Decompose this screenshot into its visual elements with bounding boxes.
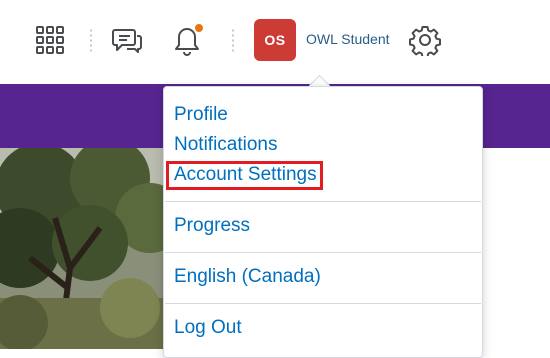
avatar-initials: OS <box>264 32 286 48</box>
avatar[interactable]: OS <box>254 19 296 61</box>
notification-badge <box>194 23 204 33</box>
menu-item-account-settings[interactable]: Account Settings <box>174 164 317 186</box>
menu-item-profile[interactable]: Profile <box>174 104 228 126</box>
menu-item-progress[interactable]: Progress <box>174 215 250 237</box>
menu-item-notifications[interactable]: Notifications <box>174 134 278 156</box>
username-label[interactable]: OWL Student <box>306 31 390 47</box>
menu-item-log-out[interactable]: Log Out <box>174 317 242 339</box>
menu-divider <box>165 201 481 202</box>
separator <box>232 28 234 52</box>
banner-image <box>0 148 164 349</box>
separator <box>90 28 92 52</box>
menu-divider <box>165 303 481 304</box>
menu-divider <box>165 252 481 253</box>
menu-item-language[interactable]: English (Canada) <box>174 266 321 288</box>
chat-icon[interactable] <box>110 24 144 58</box>
top-navbar: OS OWL Student <box>0 0 550 84</box>
grid-icon[interactable] <box>34 24 66 56</box>
user-menu-dropdown: Profile Notifications Account Settings P… <box>163 86 483 358</box>
gear-icon[interactable] <box>408 23 442 57</box>
